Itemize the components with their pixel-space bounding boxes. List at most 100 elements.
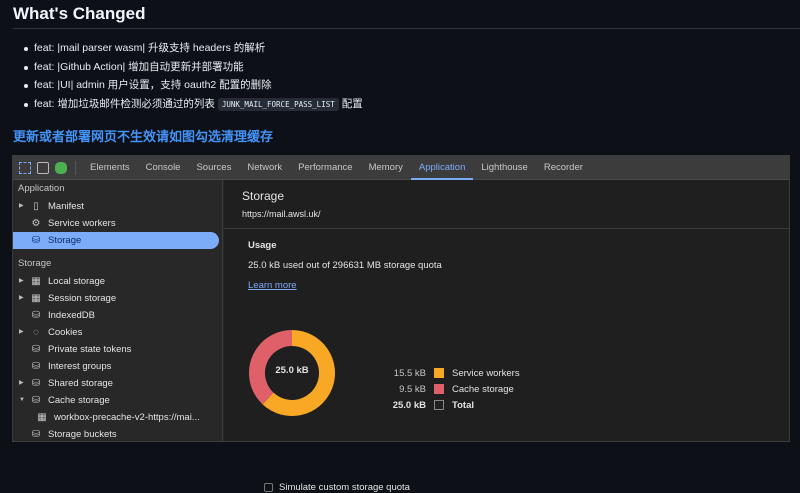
legend-row: 9.5 kB Cache storage xyxy=(370,381,520,397)
cookie-icon: ◌ xyxy=(33,327,39,338)
tab-console[interactable]: Console xyxy=(138,156,189,180)
legend-row: 15.5 kB Service workers xyxy=(370,365,520,381)
legend-swatch xyxy=(434,400,444,410)
sidebar-item-label: Local storage xyxy=(48,276,106,287)
tab-lighthouse[interactable]: Lighthouse xyxy=(473,156,535,180)
usage-section: Usage 25.0 kB used out of 296631 MB stor… xyxy=(248,240,548,493)
legend-swatch xyxy=(434,384,444,394)
database-icon: ⛁ xyxy=(31,344,41,355)
usage-title: Usage xyxy=(248,240,277,251)
sidebar-item-label: Private state tokens xyxy=(48,344,132,355)
tab-elements[interactable]: Elements xyxy=(82,156,138,180)
donut-center-label: 25.0 kB xyxy=(275,365,309,376)
origin-url: https://mail.awsl.uk/ xyxy=(242,209,321,219)
legend-label: Cache storage xyxy=(452,383,514,395)
device-toggle-icon[interactable] xyxy=(37,161,49,174)
changes-list: feat: |mail parser wasm| 升级支持 headers 的解… xyxy=(22,39,363,113)
database-icon: ⛁ xyxy=(31,361,41,372)
table-icon: ▦ xyxy=(31,293,41,304)
devtools-window: Elements Console Sources Network Performance… xyxy=(12,155,790,493)
table-icon: ▦ xyxy=(37,412,47,423)
tab-bar: Elements Console Sources Network Performance… xyxy=(82,156,591,180)
sidebar-item-storage-buckets[interactable]: ⛁ Storage buckets xyxy=(13,426,222,443)
gears-icon: ⚙ xyxy=(31,218,41,229)
tab-application[interactable]: Application xyxy=(410,156,474,180)
triangle-right-icon[interactable]: ▶ xyxy=(13,273,24,290)
legend-value: 15.5 kB xyxy=(393,367,426,379)
sidebar-item-manifest[interactable]: ▶ ▯ Manifest xyxy=(13,198,222,215)
legend-row-total: 25.0 kB Total xyxy=(370,397,520,413)
list-item: feat: |Github Action| 增加自动更新并部署功能 xyxy=(22,58,363,77)
learn-more-link[interactable]: Learn more xyxy=(248,280,548,291)
sidebar-item-cache-storage[interactable]: ▼ ⛁ Cache storage xyxy=(13,392,222,409)
triangle-right-icon[interactable]: ▶ xyxy=(13,324,24,341)
sidebar-item-label: Cookies xyxy=(48,327,83,338)
sidebar-item-private-state-tokens[interactable]: ⛁ Private state tokens xyxy=(13,341,222,358)
usage-legend: 15.5 kB Service workers 9.5 kB Cache storag… xyxy=(370,365,520,413)
checkbox[interactable] xyxy=(264,483,273,492)
sidebar-item-label: Manifest xyxy=(48,201,84,212)
sidebar-item-label: workbox-precache-v2-https://mai... xyxy=(54,412,200,423)
database-icon: ⛁ xyxy=(31,235,41,246)
sidebar: Application ▶ ▯ Manifest ⚙ Service workers ⛁ S… xyxy=(13,180,223,441)
notice-heading: 更新或者部署网页不生效请如图勾选清理缓存 xyxy=(13,129,274,144)
triangle-right-icon[interactable]: ▶ xyxy=(13,198,24,215)
sidebar-item-interest-groups[interactable]: ⛁ Interest groups xyxy=(13,358,222,375)
legend-value: 9.5 kB xyxy=(399,383,426,395)
triangle-right-icon[interactable]: ▶ xyxy=(13,290,24,307)
sidebar-item-label: Cache storage xyxy=(48,395,110,406)
divider xyxy=(75,160,76,175)
sidebar-item-label: Session storage xyxy=(48,293,117,304)
extension-icon[interactable] xyxy=(55,161,67,174)
table-icon: ▦ xyxy=(31,276,41,287)
database-icon: ⛁ xyxy=(31,395,41,406)
sidebar-item-label: Storage buckets xyxy=(48,429,117,440)
sidebar-item-session-storage[interactable]: ▶ ▦ Session storage xyxy=(13,290,222,307)
sidebar-item-label: Shared storage xyxy=(48,378,113,389)
list-item: feat: |UI| admin 用户设置，支持 oauth2 配置的删除 xyxy=(22,76,363,95)
database-icon: ⛁ xyxy=(31,429,41,440)
panel-title: Storage xyxy=(242,189,285,203)
page-title: What's Changed xyxy=(13,4,146,23)
divider xyxy=(13,28,800,29)
list-item: feat: 增加垃圾邮件检测必须通过的列表 JUNK_MAIL_FORCE_PAS… xyxy=(22,95,363,114)
sidebar-item-label: Service workers xyxy=(48,218,116,229)
sidebar-item-local-storage[interactable]: ▶ ▦ Local storage xyxy=(13,273,222,290)
section-storage: Storage xyxy=(18,258,52,269)
legend-swatch xyxy=(434,368,444,378)
inspect-element-icon[interactable] xyxy=(19,161,31,174)
sidebar-item-storage[interactable]: ⛁ Storage xyxy=(13,232,219,249)
tab-performance[interactable]: Performance xyxy=(290,156,360,180)
legend-label: Service workers xyxy=(452,367,520,379)
file-icon: ▯ xyxy=(33,201,39,212)
triangle-down-icon[interactable]: ▼ xyxy=(13,392,25,409)
usage-text: 25.0 kB used out of 296631 MB storage qu… xyxy=(248,260,442,271)
text: 配置 xyxy=(341,97,363,110)
tab-sources[interactable]: Sources xyxy=(188,156,239,180)
database-icon: ⛁ xyxy=(31,378,41,389)
legend-label: Total xyxy=(452,399,474,411)
database-icon: ⛁ xyxy=(31,310,41,321)
legend-value: 25.0 kB xyxy=(392,399,426,411)
sidebar-item-label: IndexedDB xyxy=(48,310,96,321)
devtools-toolbar: Elements Console Sources Network Performance… xyxy=(13,156,789,180)
section-application: Application xyxy=(18,183,65,194)
tab-network[interactable]: Network xyxy=(239,156,290,180)
sidebar-item-cookies[interactable]: ▶ ◌ Cookies xyxy=(13,324,222,341)
inline-code: JUNK_MAIL_FORCE_PASS_LIST xyxy=(217,97,339,111)
panel-header: Storage https://mail.awsl.uk/ xyxy=(224,180,789,229)
sidebar-item-workbox-precache-v2-https-mai[interactable]: ▦ workbox-precache-v2-https://mai... xyxy=(13,409,222,426)
sidebar-item-label: Storage xyxy=(48,235,82,246)
checkbox-label: Simulate custom storage quota xyxy=(279,482,410,493)
sidebar-item-label: Interest groups xyxy=(48,361,112,372)
triangle-right-icon[interactable]: ▶ xyxy=(13,375,24,392)
sidebar-item-shared-storage[interactable]: ▶ ⛁ Shared storage xyxy=(13,375,222,392)
tab-memory[interactable]: Memory xyxy=(361,156,411,180)
sidebar-item-service-workers[interactable]: ⚙ Service workers xyxy=(13,215,222,232)
list-item: feat: |mail parser wasm| 升级支持 headers 的解… xyxy=(22,39,363,58)
sidebar-item-indexeddb[interactable]: ⛁ IndexedDB xyxy=(13,307,222,324)
text: feat: 增加垃圾邮件检测必须通过的列表 xyxy=(34,97,215,110)
tab-recorder[interactable]: Recorder xyxy=(536,156,591,180)
storage-panel: Storage https://mail.awsl.uk/ Usage 25.0… xyxy=(224,180,789,493)
simulate-quota-checkbox[interactable]: Simulate custom storage quota xyxy=(264,482,410,493)
